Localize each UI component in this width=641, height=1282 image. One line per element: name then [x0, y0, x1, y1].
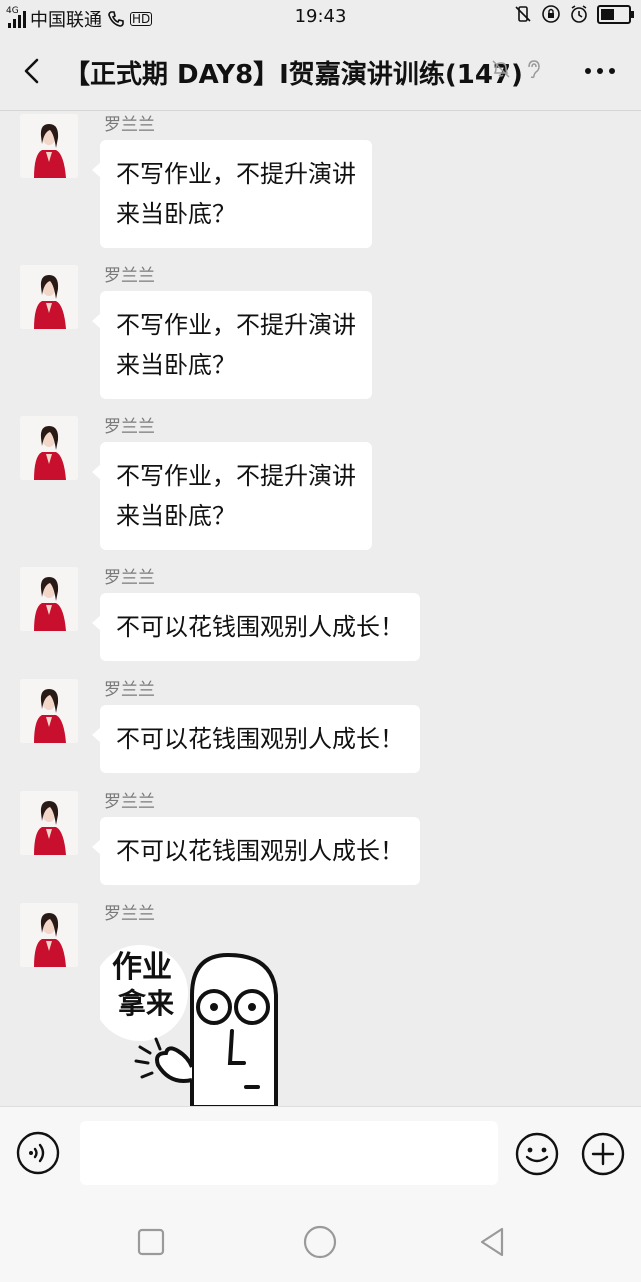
message-text-line: 不可以花钱围观别人成长！: [116, 725, 404, 753]
message-text-line: 不写作业，不提升演讲: [116, 160, 356, 188]
dot-icon: [609, 68, 615, 74]
sender-name: 罗兰兰: [104, 568, 155, 588]
sender-avatar[interactable]: [20, 791, 78, 855]
message-bubble[interactable]: 不写作业，不提升演讲 来当卧底？: [92, 291, 372, 399]
message-bubble[interactable]: 不可以花钱围观别人成长！: [92, 593, 420, 661]
sender-name: 罗兰兰: [104, 680, 155, 700]
dot-icon: [585, 68, 591, 74]
back-arrow-icon[interactable]: [18, 56, 48, 86]
status-bar: 4G 中国联通 HD 19:43: [0, 0, 641, 34]
message-text-line: 不写作业，不提升演讲: [116, 311, 356, 339]
sender-avatar[interactable]: [20, 416, 78, 480]
message-bubble[interactable]: 不写作业，不提升演讲 来当卧底？: [92, 442, 372, 550]
chat-header: 【正式期 DAY8】I贺嘉演讲训练(147): [0, 34, 641, 111]
back-triangle-icon[interactable]: [472, 1222, 512, 1262]
message-text-line: 来当卧底？: [116, 351, 236, 379]
input-bar: [0, 1106, 641, 1205]
sender-name: 罗兰兰: [104, 904, 155, 924]
dot-icon: [597, 68, 603, 74]
sender-avatar[interactable]: [20, 903, 78, 967]
message-text-line: 不写作业，不提升演讲: [116, 462, 356, 490]
emoji-icon[interactable]: [514, 1131, 560, 1177]
sender-avatar[interactable]: [20, 265, 78, 329]
message-text-line: 来当卧底？: [116, 200, 236, 228]
sender-avatar[interactable]: [20, 114, 78, 178]
sender-name: 罗兰兰: [104, 792, 155, 812]
recent-apps-square-icon[interactable]: [131, 1222, 171, 1262]
message-input[interactable]: [80, 1121, 498, 1185]
sender-name: 罗兰兰: [104, 115, 155, 135]
message-text-line: 不可以花钱围观别人成长！: [116, 613, 404, 641]
homework-sticker[interactable]: 作业 拿来: [100, 935, 300, 1107]
sticker-line-1: 作业: [112, 950, 172, 985]
sender-avatar[interactable]: [20, 679, 78, 743]
voice-input-icon[interactable]: [16, 1131, 60, 1175]
ear-icon: [528, 60, 540, 79]
sender-name: 罗兰兰: [104, 417, 155, 437]
home-circle-icon[interactable]: [300, 1222, 340, 1262]
sender-name: 罗兰兰: [104, 266, 155, 286]
system-nav-bar: [0, 1204, 641, 1282]
alarm-icon: [571, 5, 587, 23]
bell-off-icon: [492, 60, 510, 78]
message-text-line: 不可以花钱围观别人成长！: [116, 837, 404, 865]
sender-avatar[interactable]: [20, 567, 78, 631]
rotation-lock-icon: [542, 5, 560, 23]
message-bubble[interactable]: 不可以花钱围观别人成长！: [92, 705, 420, 773]
vibrate-off-icon: [515, 6, 531, 22]
message-bubble[interactable]: 不写作业，不提升演讲 来当卧底？: [92, 140, 372, 248]
title-status-icons: [490, 58, 544, 80]
status-right: [513, 4, 634, 24]
more-options-button[interactable]: [585, 68, 615, 74]
message-bubble[interactable]: 不可以花钱围观别人成长！: [92, 817, 420, 885]
message-text-line: 来当卧底？: [116, 502, 236, 530]
more-features-plus-icon[interactable]: [580, 1131, 626, 1177]
sticker-line-2: 拿来: [118, 987, 174, 1020]
battery-fill: [601, 8, 614, 20]
battery-icon: [597, 4, 634, 24]
chat-title: 【正式期 DAY8】I贺嘉演讲训练(147): [64, 60, 523, 90]
